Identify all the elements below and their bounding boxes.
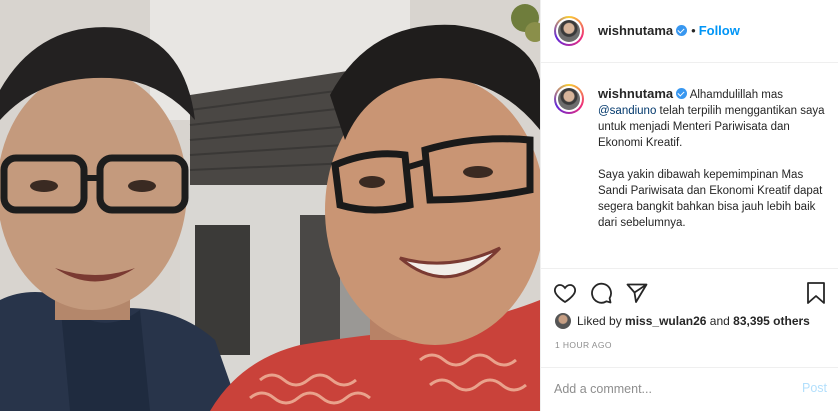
likes-summary: Liked by miss_wulan26 and 83,395 others <box>555 313 810 329</box>
liked-prefix: Liked by <box>577 314 622 328</box>
verified-badge-icon <box>676 88 688 99</box>
comment-icon[interactable] <box>589 281 613 305</box>
bookmark-icon[interactable] <box>805 281 827 305</box>
follow-button[interactable]: Follow <box>699 23 740 38</box>
post-panel: wishnutama • Follow wishnutama Alhamdulill… <box>540 0 838 411</box>
caption-section: wishnutama Alhamdulillah mas @sandiuno t… <box>541 62 838 268</box>
post-timestamp[interactable]: 1 HOUR AGO <box>555 340 612 350</box>
caption-avatar[interactable] <box>554 84 584 114</box>
header-line: wishnutama • Follow <box>598 23 740 38</box>
liked-user[interactable]: miss_wulan26 <box>625 314 706 328</box>
separator-dot: • <box>691 23 696 38</box>
author-avatar[interactable] <box>554 16 584 46</box>
caption-paragraph-2: Saya yakin dibawah kepemimpinan Mas Sand… <box>598 169 823 229</box>
caption-text: wishnutama Alhamdulillah mas @sandiuno t… <box>598 86 830 247</box>
author-username[interactable]: wishnutama <box>598 23 673 38</box>
post-photo[interactable] <box>0 0 540 411</box>
comment-input[interactable] <box>554 379 774 399</box>
liker-avatar[interactable] <box>555 313 571 329</box>
caption-paragraph-1: wishnutama Alhamdulillah mas @sandiuno t… <box>598 86 830 151</box>
comment-bar: Post <box>541 367 838 412</box>
caption-mention[interactable]: @sandiuno <box>598 105 656 117</box>
actions-section: Liked by miss_wulan26 and 83,395 others … <box>541 268 838 411</box>
post-comment-button[interactable]: Post <box>802 381 827 395</box>
post-header: wishnutama • Follow <box>541 0 838 63</box>
share-icon[interactable] <box>625 281 649 305</box>
verified-badge-icon <box>676 25 688 36</box>
liked-and: and <box>709 314 730 328</box>
caption-text-start: Alhamdulillah mas <box>689 89 784 101</box>
caption-username[interactable]: wishnutama <box>598 86 673 101</box>
liked-others[interactable]: 83,395 others <box>733 314 810 328</box>
heart-icon[interactable] <box>553 281 577 305</box>
